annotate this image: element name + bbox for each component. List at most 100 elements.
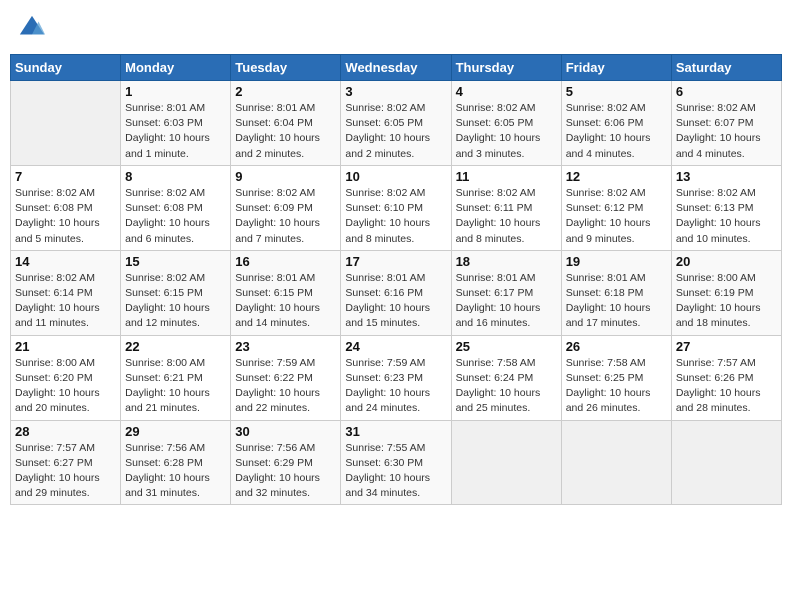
day-number: 19 bbox=[566, 254, 667, 269]
calendar-day-cell: 28 Sunrise: 7:57 AMSunset: 6:27 PMDayligh… bbox=[11, 420, 121, 505]
day-number: 9 bbox=[235, 169, 336, 184]
calendar-body: 1 Sunrise: 8:01 AMSunset: 6:03 PMDaylight… bbox=[11, 81, 782, 505]
calendar-day-cell: 12Sunrise: 8:02 AMSunset: 6:12 PMDayligh… bbox=[561, 165, 671, 250]
calendar-day-cell: 26 Sunrise: 7:58 AMSunset: 6:25 PMDayligh… bbox=[561, 335, 671, 420]
page-header bbox=[10, 10, 782, 46]
day-detail: Sunrise: 8:01 AMSunset: 6:15 PMDaylight:… bbox=[235, 271, 336, 332]
day-number: 13 bbox=[676, 169, 777, 184]
calendar-week-row: 7 Sunrise: 8:02 AMSunset: 6:08 PMDaylight… bbox=[11, 165, 782, 250]
day-detail: Sunrise: 8:01 AMSunset: 6:17 PMDaylight:… bbox=[456, 271, 557, 332]
day-detail: Sunrise: 8:02 AMSunset: 6:08 PMDaylight:… bbox=[125, 186, 226, 247]
day-number: 6 bbox=[676, 84, 777, 99]
day-number: 2 bbox=[235, 84, 336, 99]
calendar-day-cell bbox=[561, 420, 671, 505]
weekday-header-cell: Monday bbox=[121, 55, 231, 81]
day-detail: Sunrise: 8:01 AMSunset: 6:04 PMDaylight:… bbox=[235, 101, 336, 162]
calendar-week-row: 14 Sunrise: 8:02 AMSunset: 6:14 PMDayligh… bbox=[11, 250, 782, 335]
calendar-day-cell: 14 Sunrise: 8:02 AMSunset: 6:14 PMDayligh… bbox=[11, 250, 121, 335]
weekday-header-cell: Tuesday bbox=[231, 55, 341, 81]
day-detail: Sunrise: 7:56 AMSunset: 6:29 PMDaylight:… bbox=[235, 441, 336, 502]
day-number: 28 bbox=[15, 424, 116, 439]
day-number: 1 bbox=[125, 84, 226, 99]
calendar-day-cell: 2 Sunrise: 8:01 AMSunset: 6:04 PMDaylight… bbox=[231, 81, 341, 166]
calendar-day-cell: 5Sunrise: 8:02 AMSunset: 6:06 PMDaylight… bbox=[561, 81, 671, 166]
day-number: 24 bbox=[345, 339, 446, 354]
logo bbox=[18, 14, 50, 42]
day-detail: Sunrise: 8:02 AMSunset: 6:13 PMDaylight:… bbox=[676, 186, 777, 247]
calendar-day-cell: 9 Sunrise: 8:02 AMSunset: 6:09 PMDaylight… bbox=[231, 165, 341, 250]
day-detail: Sunrise: 8:02 AMSunset: 6:05 PMDaylight:… bbox=[345, 101, 446, 162]
calendar-day-cell: 23Sunrise: 7:59 AMSunset: 6:22 PMDayligh… bbox=[231, 335, 341, 420]
day-number: 14 bbox=[15, 254, 116, 269]
day-number: 23 bbox=[235, 339, 336, 354]
calendar-day-cell bbox=[11, 81, 121, 166]
day-detail: Sunrise: 8:02 AMSunset: 6:08 PMDaylight:… bbox=[15, 186, 116, 247]
calendar-day-cell: 30 Sunrise: 7:56 AMSunset: 6:29 PMDayligh… bbox=[231, 420, 341, 505]
day-number: 7 bbox=[15, 169, 116, 184]
day-detail: Sunrise: 7:58 AMSunset: 6:25 PMDaylight:… bbox=[566, 356, 667, 417]
calendar-day-cell: 29 Sunrise: 7:56 AMSunset: 6:28 PMDayligh… bbox=[121, 420, 231, 505]
day-detail: Sunrise: 8:00 AMSunset: 6:21 PMDaylight:… bbox=[125, 356, 226, 417]
calendar-day-cell: 15 Sunrise: 8:02 AMSunset: 6:15 PMDayligh… bbox=[121, 250, 231, 335]
calendar-day-cell: 25Sunrise: 7:58 AMSunset: 6:24 PMDayligh… bbox=[451, 335, 561, 420]
calendar-day-cell: 3 Sunrise: 8:02 AMSunset: 6:05 PMDaylight… bbox=[341, 81, 451, 166]
day-detail: Sunrise: 8:00 AMSunset: 6:19 PMDaylight:… bbox=[676, 271, 777, 332]
day-number: 30 bbox=[235, 424, 336, 439]
day-detail: Sunrise: 8:02 AMSunset: 6:15 PMDaylight:… bbox=[125, 271, 226, 332]
day-number: 4 bbox=[456, 84, 557, 99]
day-detail: Sunrise: 8:02 AMSunset: 6:05 PMDaylight:… bbox=[456, 101, 557, 162]
calendar-day-cell: 11 Sunrise: 8:02 AMSunset: 6:11 PMDayligh… bbox=[451, 165, 561, 250]
day-detail: Sunrise: 7:57 AMSunset: 6:26 PMDaylight:… bbox=[676, 356, 777, 417]
day-number: 17 bbox=[345, 254, 446, 269]
calendar-day-cell: 18Sunrise: 8:01 AMSunset: 6:17 PMDayligh… bbox=[451, 250, 561, 335]
calendar-day-cell: 21 Sunrise: 8:00 AMSunset: 6:20 PMDayligh… bbox=[11, 335, 121, 420]
calendar-day-cell: 7 Sunrise: 8:02 AMSunset: 6:08 PMDaylight… bbox=[11, 165, 121, 250]
day-number: 26 bbox=[566, 339, 667, 354]
day-number: 8 bbox=[125, 169, 226, 184]
day-number: 27 bbox=[676, 339, 777, 354]
day-detail: Sunrise: 7:57 AMSunset: 6:27 PMDaylight:… bbox=[15, 441, 116, 502]
day-detail: Sunrise: 8:01 AMSunset: 6:16 PMDaylight:… bbox=[345, 271, 446, 332]
day-detail: Sunrise: 7:55 AMSunset: 6:30 PMDaylight:… bbox=[345, 441, 446, 502]
weekday-header-cell: Friday bbox=[561, 55, 671, 81]
calendar-day-cell: 10Sunrise: 8:02 AMSunset: 6:10 PMDayligh… bbox=[341, 165, 451, 250]
day-number: 15 bbox=[125, 254, 226, 269]
day-number: 11 bbox=[456, 169, 557, 184]
weekday-header-cell: Thursday bbox=[451, 55, 561, 81]
day-number: 22 bbox=[125, 339, 226, 354]
calendar-week-row: 28 Sunrise: 7:57 AMSunset: 6:27 PMDayligh… bbox=[11, 420, 782, 505]
day-detail: Sunrise: 8:02 AMSunset: 6:07 PMDaylight:… bbox=[676, 101, 777, 162]
day-number: 29 bbox=[125, 424, 226, 439]
calendar-day-cell: 19 Sunrise: 8:01 AMSunset: 6:18 PMDayligh… bbox=[561, 250, 671, 335]
calendar-day-cell bbox=[451, 420, 561, 505]
day-number: 31 bbox=[345, 424, 446, 439]
day-detail: Sunrise: 8:02 AMSunset: 6:14 PMDaylight:… bbox=[15, 271, 116, 332]
calendar-day-cell: 22 Sunrise: 8:00 AMSunset: 6:21 PMDayligh… bbox=[121, 335, 231, 420]
day-detail: Sunrise: 8:00 AMSunset: 6:20 PMDaylight:… bbox=[15, 356, 116, 417]
weekday-header-cell: Wednesday bbox=[341, 55, 451, 81]
day-detail: Sunrise: 8:01 AMSunset: 6:18 PMDaylight:… bbox=[566, 271, 667, 332]
day-number: 20 bbox=[676, 254, 777, 269]
weekday-header-cell: Saturday bbox=[671, 55, 781, 81]
day-detail: Sunrise: 8:02 AMSunset: 6:09 PMDaylight:… bbox=[235, 186, 336, 247]
day-detail: Sunrise: 8:01 AMSunset: 6:03 PMDaylight:… bbox=[125, 101, 226, 162]
calendar-day-cell: 1 Sunrise: 8:01 AMSunset: 6:03 PMDaylight… bbox=[121, 81, 231, 166]
day-detail: Sunrise: 7:58 AMSunset: 6:24 PMDaylight:… bbox=[456, 356, 557, 417]
day-number: 16 bbox=[235, 254, 336, 269]
day-detail: Sunrise: 7:56 AMSunset: 6:28 PMDaylight:… bbox=[125, 441, 226, 502]
day-detail: Sunrise: 7:59 AMSunset: 6:23 PMDaylight:… bbox=[345, 356, 446, 417]
calendar-day-cell: 6 Sunrise: 8:02 AMSunset: 6:07 PMDaylight… bbox=[671, 81, 781, 166]
day-number: 5 bbox=[566, 84, 667, 99]
calendar-day-cell: 24 Sunrise: 7:59 AMSunset: 6:23 PMDayligh… bbox=[341, 335, 451, 420]
calendar-day-cell: 8 Sunrise: 8:02 AMSunset: 6:08 PMDaylight… bbox=[121, 165, 231, 250]
calendar-day-cell: 27 Sunrise: 7:57 AMSunset: 6:26 PMDayligh… bbox=[671, 335, 781, 420]
day-detail: Sunrise: 8:02 AMSunset: 6:10 PMDaylight:… bbox=[345, 186, 446, 247]
day-number: 3 bbox=[345, 84, 446, 99]
day-number: 12 bbox=[566, 169, 667, 184]
day-detail: Sunrise: 8:02 AMSunset: 6:11 PMDaylight:… bbox=[456, 186, 557, 247]
calendar-day-cell: 31 Sunrise: 7:55 AMSunset: 6:30 PMDayligh… bbox=[341, 420, 451, 505]
day-number: 21 bbox=[15, 339, 116, 354]
weekday-header-cell: Sunday bbox=[11, 55, 121, 81]
calendar-table: SundayMondayTuesdayWednesdayThursdayFrid… bbox=[10, 54, 782, 505]
calendar-day-cell: 13 Sunrise: 8:02 AMSunset: 6:13 PMDayligh… bbox=[671, 165, 781, 250]
